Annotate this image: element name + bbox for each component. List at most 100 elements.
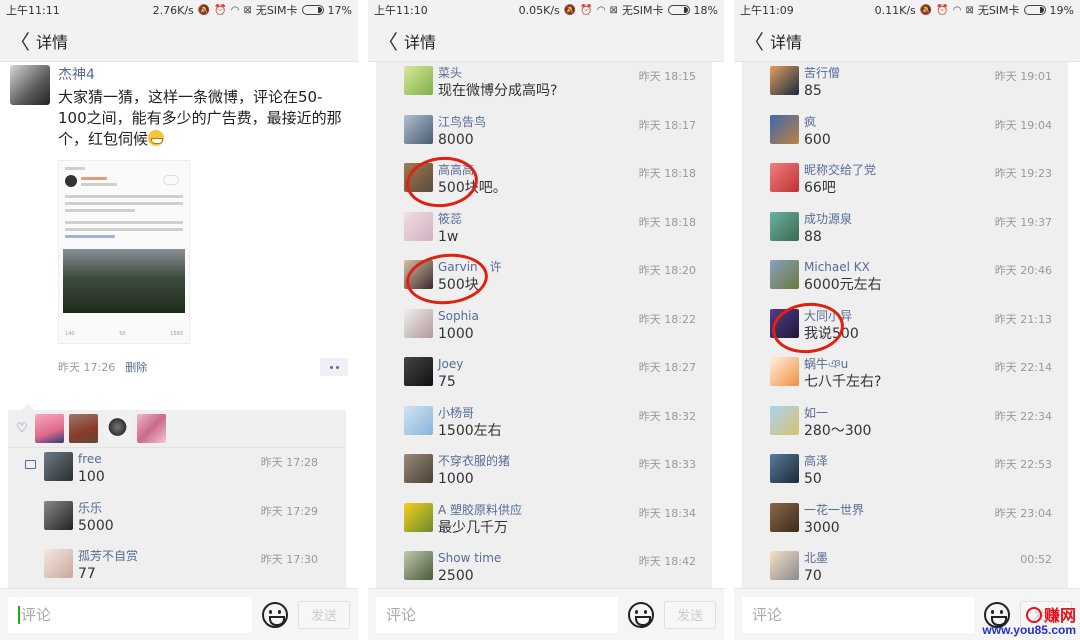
commenter-avatar[interactable] <box>404 211 433 241</box>
comment-input[interactable]: 评论 <box>8 596 252 633</box>
comment-text: 88 <box>804 228 822 245</box>
embedded-weibo-screenshot[interactable]: 140 50 1593 <box>58 160 190 344</box>
comment-text: 现在微博分成高吗? <box>438 83 558 99</box>
commenter-avatar[interactable] <box>44 549 73 578</box>
commenter-avatar[interactable] <box>404 357 433 386</box>
comment-item[interactable]: 高高高 500块吧。 昨天 18:18 <box>376 153 712 211</box>
comment-input-bar: 评论 发送 <box>368 588 724 640</box>
commenter-avatar[interactable] <box>404 66 433 95</box>
commenter-avatar[interactable] <box>404 551 433 580</box>
back-button[interactable]: 〈 <box>378 26 400 55</box>
emoji-button[interactable] <box>628 601 654 628</box>
comment-item[interactable]: 江鸟告鸟 8000 昨天 18:17 <box>376 111 712 160</box>
comment-text: 280～300 <box>804 422 872 439</box>
comment-item[interactable]: 苦行僧 85 昨天 19:01 <box>742 62 1068 111</box>
network-speed: 0.05K/s <box>518 3 560 17</box>
comment-item[interactable]: 不穿衣服的猪 1000 昨天 18:33 <box>376 450 712 499</box>
wifi-icon: ◠ <box>596 4 606 16</box>
commenter-avatar[interactable] <box>770 502 799 532</box>
comment-item[interactable]: 成功源泉 88 昨天 19:37 <box>742 208 1068 257</box>
commenter-avatar[interactable] <box>770 211 799 241</box>
comment-time: 昨天 18:22 <box>638 312 696 326</box>
commenter-avatar[interactable] <box>44 452 73 481</box>
comment-text: 500块 <box>438 277 479 293</box>
comment-item[interactable]: 筱蕊 1w 昨天 18:18 <box>376 208 712 257</box>
commenter-avatar[interactable] <box>770 357 799 386</box>
commenter-avatar[interactable] <box>404 405 433 435</box>
author-name[interactable]: 杰神4 <box>58 65 348 85</box>
comment-item[interactable]: 如一 280～300 昨天 22:34 <box>742 402 1068 451</box>
comment-time: 昨天 17:30 <box>260 553 318 566</box>
back-button[interactable]: 〈 <box>10 26 32 55</box>
comment-list: 菜头 现在微博分成高吗? 昨天 18:15 江鸟告鸟 8000 昨天 18:17 高高高 50… <box>376 62 712 596</box>
back-button[interactable]: 〈 <box>744 26 766 55</box>
send-button[interactable]: 发送 <box>664 600 716 629</box>
comment-item[interactable]: 昵称交给了党 66吧 昨天 19:23 <box>742 159 1068 208</box>
comment-item[interactable]: 一花一世界 3000 昨天 23:04 <box>742 499 1068 548</box>
liker-avatar[interactable] <box>103 414 132 443</box>
comment-item[interactable]: 疯 600 昨天 19:04 <box>742 111 1068 160</box>
commenter-avatar[interactable] <box>770 454 799 483</box>
status-bar: 上午11:10 0.05K/s 🔕 ⏰ ◠ ⊠ 无SIM卡 18% <box>368 0 724 20</box>
comment-item[interactable]: A 塑胶原料供应 最少几千万 昨天 18:34 <box>376 499 712 548</box>
commenter-avatar[interactable] <box>770 163 799 192</box>
comment-time: 昨天 18:32 <box>638 409 696 423</box>
liker-avatar[interactable] <box>69 414 98 443</box>
comment-text: 77 <box>78 566 96 582</box>
commenter-avatar[interactable] <box>770 308 799 338</box>
text-caret <box>18 605 20 624</box>
comment-list: free 100 昨天 17:28 乐乐 5000 昨天 17:29 孤芳不自赏 77 昨天 1… <box>16 448 334 594</box>
comment-item[interactable]: Sophia 1000 昨天 18:22 <box>376 305 712 354</box>
commenter-avatar[interactable] <box>770 114 799 144</box>
comment-item[interactable]: Michael KX 6000元左右 昨天 20:46 <box>742 256 1068 305</box>
more-actions-button[interactable] <box>320 358 348 376</box>
comment-item[interactable]: free 100 昨天 17:28 <box>16 448 334 497</box>
comment-item[interactable]: 蜗牛ঞu 七八千左右? 昨天 22:14 <box>742 353 1068 402</box>
sim-status: 无SIM卡 <box>255 4 298 17</box>
comment-item[interactable]: Joey 75 昨天 18:27 <box>376 353 712 402</box>
sim-status: 无SIM卡 <box>977 4 1020 17</box>
comment-text: 8000 <box>438 131 474 148</box>
nav-bar: 〈 详情 <box>368 20 724 62</box>
emoji-button[interactable] <box>262 601 288 628</box>
author-avatar[interactable] <box>10 65 50 105</box>
comment-text: 1w <box>438 228 459 245</box>
commenter-avatar[interactable] <box>404 454 433 483</box>
comment-item[interactable]: 孤芳不自赏 77 昨天 17:30 <box>16 545 334 594</box>
liker-avatar[interactable] <box>137 414 166 443</box>
comment-input[interactable]: 评论 <box>376 596 618 633</box>
comment-item[interactable]: Garvin - 许 500块 昨天 18:20 <box>376 249 712 309</box>
commenter-avatar[interactable] <box>44 500 73 530</box>
commenter-avatar[interactable] <box>404 163 433 192</box>
comment-time: 昨天 18:17 <box>638 118 696 132</box>
liker-avatar[interactable] <box>35 414 64 443</box>
commenter-avatar[interactable] <box>404 502 433 532</box>
comment-text: 70 <box>804 568 822 584</box>
commenter-avatar[interactable] <box>404 308 433 338</box>
comment-time: 昨天 19:01 <box>994 70 1052 83</box>
comment-item[interactable]: 小杨哥 1500左右 昨天 18:32 <box>376 402 712 451</box>
delete-link[interactable]: 删除 <box>125 359 147 375</box>
comment-item[interactable]: 乐乐 5000 昨天 17:29 <box>16 497 334 546</box>
commenter-avatar[interactable] <box>770 405 799 435</box>
send-button[interactable]: 发送 <box>298 600 350 629</box>
comment-item[interactable]: 大同小异 我说500 昨天 21:13 <box>742 298 1068 357</box>
comment-input[interactable]: 评论 <box>742 596 974 633</box>
comment-text: 85 <box>804 83 822 99</box>
comment-item[interactable]: 高泽 50 昨天 22:53 <box>742 450 1068 499</box>
comment-text: 5000 <box>78 517 114 534</box>
battery-level: 17% <box>327 3 352 17</box>
commenter-avatar[interactable] <box>404 260 433 289</box>
comment-count: 50 <box>119 331 126 337</box>
mute-icon: 🔕 <box>197 4 211 16</box>
comment-time: 昨天 19:23 <box>994 167 1052 180</box>
commenter-avatar[interactable] <box>770 551 799 580</box>
comment-input-bar: 评论 发送 <box>0 588 358 640</box>
comment-text: 75 <box>438 374 456 390</box>
commenter-avatar[interactable] <box>770 66 799 95</box>
status-time: 上午11:11 <box>6 4 60 17</box>
comment-item[interactable]: 菜头 现在微博分成高吗? 昨天 18:15 <box>376 62 712 111</box>
commenter-avatar[interactable] <box>770 260 799 289</box>
commenter-avatar[interactable] <box>404 114 433 144</box>
alarm-icon: ⏰ <box>936 4 949 16</box>
